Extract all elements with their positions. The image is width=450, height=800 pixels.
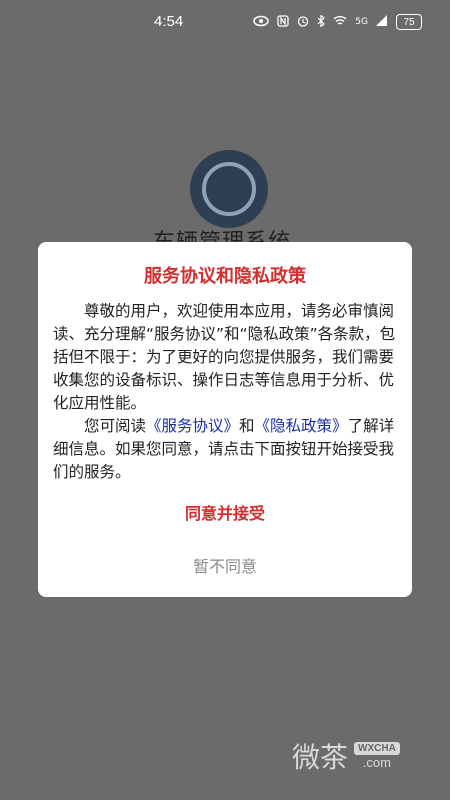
privacy-policy-link[interactable]: 《隐私政策》 bbox=[255, 417, 348, 435]
status-icons: 5G 75 bbox=[253, 13, 422, 30]
watermark: 微茶 WXCHA .com bbox=[292, 736, 400, 776]
signal-label: 5G bbox=[355, 17, 368, 27]
dialog-body: 尊敬的用户，欢迎使用本应用，请务必审慎阅读、充分理解“服务协议”和“隐私政策”各… bbox=[53, 300, 397, 484]
service-agreement-link[interactable]: 《服务协议》 bbox=[146, 417, 239, 435]
p2-and: 和 bbox=[239, 417, 255, 435]
dialog-paragraph-1: 尊敬的用户，欢迎使用本应用，请务必审慎阅读、充分理解“服务协议”和“隐私政策”各… bbox=[53, 302, 396, 412]
agree-button[interactable]: 同意并接受 bbox=[38, 500, 412, 524]
bluetooth-icon bbox=[317, 13, 326, 30]
watermark-domain: .com bbox=[362, 755, 391, 770]
battery-icon: 75 bbox=[396, 14, 422, 30]
privacy-dialog: 服务协议和隐私政策 尊敬的用户，欢迎使用本应用，请务必审慎阅读、充分理解“服务协… bbox=[38, 242, 412, 597]
nfc-icon bbox=[277, 14, 289, 30]
dialog-paragraph-2: 您可阅读《服务协议》和《隐私政策》了解详细信息。如果您同意，请点击下面按钮开始接… bbox=[53, 415, 397, 484]
watermark-badge: WXCHA bbox=[354, 742, 400, 755]
disagree-button[interactable]: 暂不同意 bbox=[38, 553, 412, 577]
signal-icon bbox=[376, 15, 388, 29]
dialog-title: 服务协议和隐私政策 bbox=[144, 266, 306, 287]
app-logo bbox=[190, 150, 268, 228]
alarm-icon bbox=[297, 15, 309, 30]
logo-ring bbox=[202, 162, 256, 216]
eye-icon bbox=[253, 15, 270, 30]
wifi-icon bbox=[333, 15, 347, 29]
watermark-text: 微茶 bbox=[292, 741, 349, 774]
p2-prefix: 您可阅读 bbox=[84, 417, 147, 435]
status-time: 4:54 bbox=[154, 13, 184, 30]
watermark-box: WXCHA .com bbox=[354, 742, 400, 770]
status-bar: 4:54 5G 75 bbox=[0, 0, 450, 44]
